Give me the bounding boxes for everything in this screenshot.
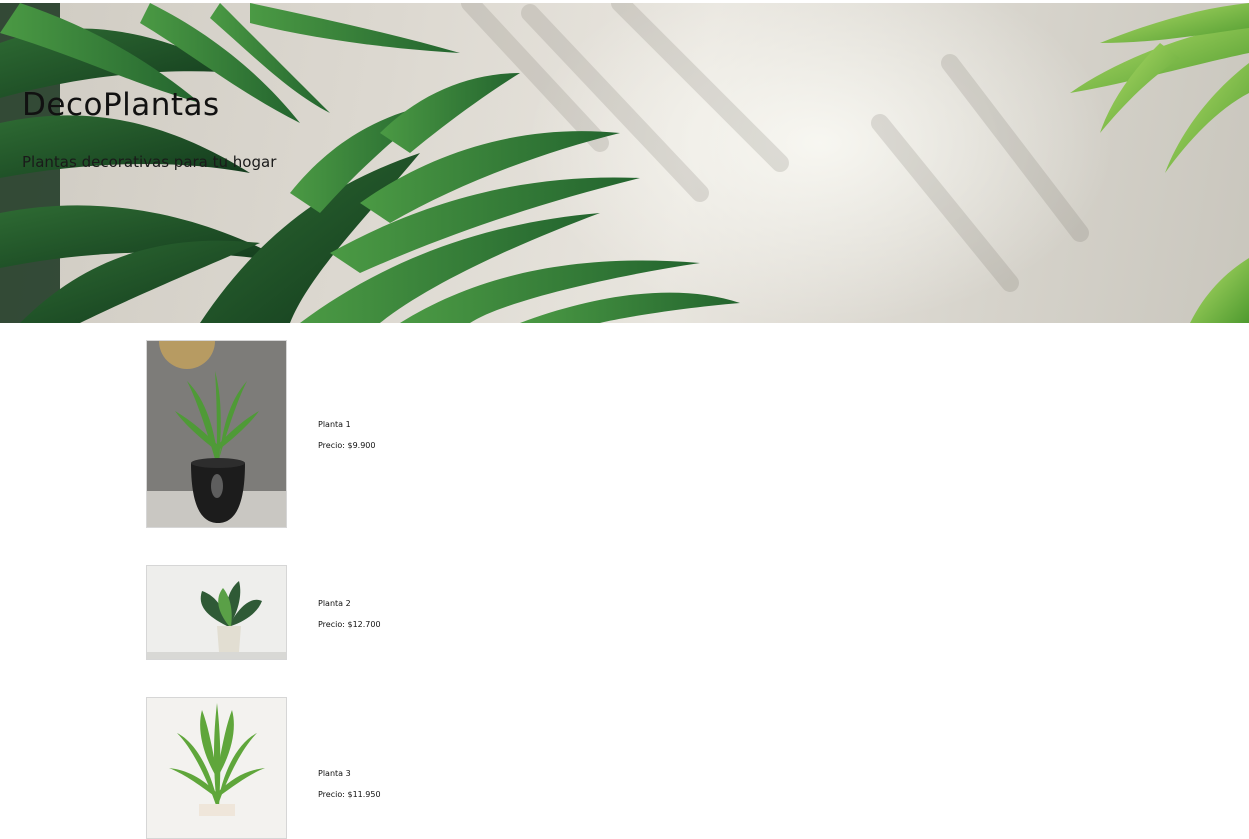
plant-image-icon [147,566,286,659]
product-price: Precio: $12.700 [318,620,381,629]
product-name: Planta 1 [318,420,351,429]
product-name: Planta 3 [318,769,351,778]
site-title: DecoPlantas [22,87,220,123]
product-image[interactable] [146,697,287,839]
product-item: Planta 2 Precio: $12.700 [146,565,746,660]
product-item: Planta 1 Precio: $9.900 [146,340,746,528]
plant-image-icon [147,341,286,527]
product-name: Planta 2 [318,599,351,608]
plant-image-icon [147,698,286,838]
product-item: Planta 3 Precio: $11.950 [146,697,746,839]
product-image[interactable] [146,340,287,528]
product-price: Precio: $11.950 [318,790,381,799]
site-subtitle: Plantas decorativas para tu hogar [22,153,277,171]
product-image[interactable] [146,565,287,660]
product-price: Precio: $9.900 [318,441,376,450]
hero-banner: DecoPlantas Plantas decorativas para tu … [0,3,1249,323]
